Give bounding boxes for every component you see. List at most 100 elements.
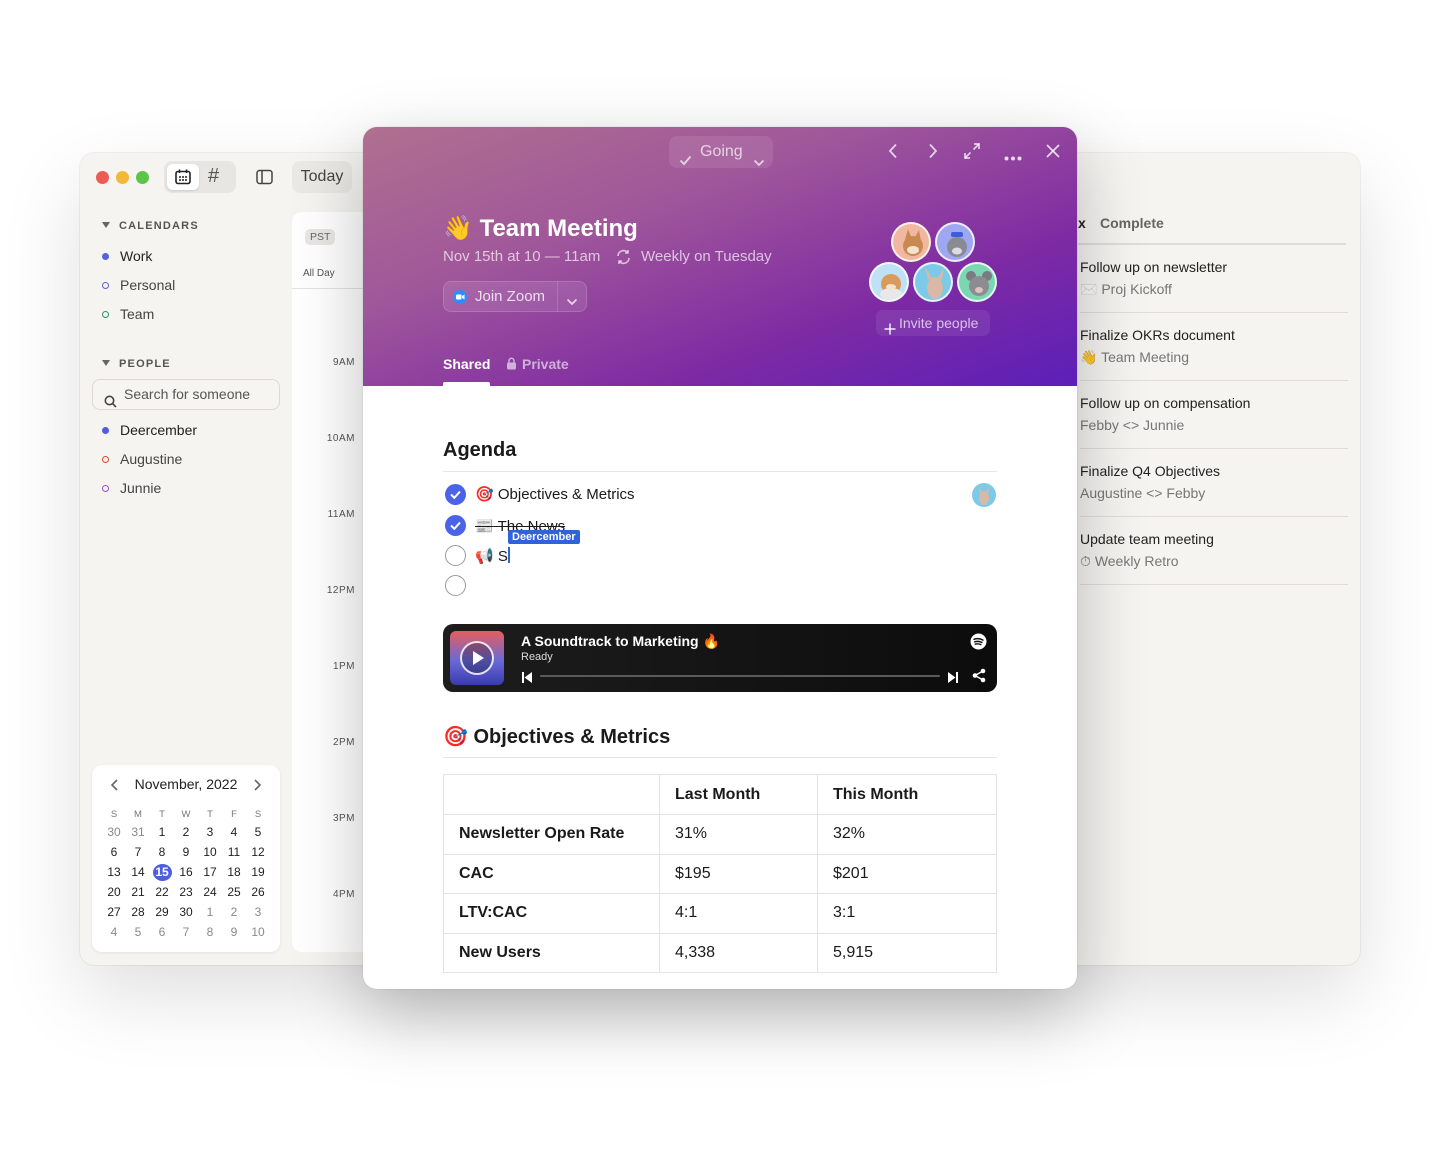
calendar-day[interactable]: 8 bbox=[150, 844, 174, 861]
person-item-deercember[interactable]: Deercember bbox=[102, 422, 197, 438]
calendar-day[interactable]: 7 bbox=[126, 844, 150, 861]
agenda-checkbox[interactable] bbox=[445, 515, 466, 536]
calendar-day[interactable]: 3 bbox=[198, 824, 222, 841]
sidebar-toggle-icon[interactable] bbox=[256, 169, 273, 190]
zoom-window-button[interactable] bbox=[136, 171, 149, 184]
table-cell[interactable]: New Users bbox=[443, 932, 660, 973]
close-window-button[interactable] bbox=[96, 171, 109, 184]
attendee-avatar[interactable] bbox=[957, 262, 997, 302]
calendar-day[interactable]: 6 bbox=[150, 924, 174, 941]
table-cell[interactable]: LTV:CAC bbox=[443, 893, 660, 934]
people-section-header[interactable]: PEOPLE bbox=[102, 358, 171, 370]
table-cell[interactable]: $201 bbox=[817, 853, 997, 894]
expand-icon[interactable] bbox=[963, 142, 981, 165]
next-event-icon[interactable] bbox=[928, 143, 938, 164]
task-item[interactable]: Finalize OKRs document 👋 Team Meeting bbox=[1080, 313, 1348, 381]
calendar-day[interactable]: 10 bbox=[246, 924, 270, 941]
calendar-day[interactable]: 13 bbox=[102, 864, 126, 881]
person-item-augustine[interactable]: Augustine bbox=[102, 451, 182, 467]
attendee-avatar[interactable] bbox=[913, 262, 953, 302]
calendar-day[interactable]: 1 bbox=[198, 904, 222, 921]
calendar-day[interactable]: 8 bbox=[198, 924, 222, 941]
calendar-day[interactable]: 9 bbox=[222, 924, 246, 941]
calendar-day[interactable]: 27 bbox=[102, 904, 126, 921]
more-options-icon[interactable] bbox=[1004, 148, 1022, 166]
calendar-day[interactable]: 5 bbox=[246, 824, 270, 841]
rsvp-dropdown[interactable]: Going bbox=[669, 136, 773, 168]
previous-event-icon[interactable] bbox=[888, 143, 898, 164]
tab-private[interactable]: Private bbox=[507, 356, 569, 372]
calendar-day[interactable]: 2 bbox=[222, 904, 246, 921]
task-item[interactable]: Follow up on compensation Febby <> Junnie bbox=[1080, 381, 1348, 449]
calendar-day[interactable]: 4 bbox=[102, 924, 126, 941]
people-search-input[interactable]: Search for someone bbox=[92, 379, 280, 410]
calendars-section-header[interactable]: CALENDARS bbox=[102, 220, 199, 232]
task-item[interactable]: Follow up on newsletter ✉️ Proj Kickoff bbox=[1080, 245, 1348, 313]
calendar-day[interactable]: 16 bbox=[174, 864, 198, 881]
calendar-day[interactable]: 10 bbox=[198, 844, 222, 861]
calendar-day[interactable]: 30 bbox=[174, 904, 198, 921]
attendee-avatar[interactable] bbox=[891, 222, 931, 262]
play-icon[interactable] bbox=[460, 641, 494, 675]
agenda-checkbox[interactable] bbox=[445, 484, 466, 505]
attendee-avatar[interactable] bbox=[869, 262, 909, 302]
calendar-day[interactable]: 17 bbox=[198, 864, 222, 881]
agenda-checkbox[interactable] bbox=[445, 575, 466, 596]
calendar-day[interactable]: 19 bbox=[246, 864, 270, 881]
today-button[interactable]: Today bbox=[292, 161, 352, 193]
calendar-day[interactable]: 29 bbox=[150, 904, 174, 921]
calendar-day[interactable]: 15 bbox=[152, 864, 172, 881]
calendar-day[interactable]: 26 bbox=[246, 884, 270, 901]
calendar-day[interactable]: 18 bbox=[222, 864, 246, 881]
calendar-day[interactable]: 23 bbox=[174, 884, 198, 901]
agenda-item[interactable]: 🎯 Objectives & Metrics bbox=[475, 485, 635, 503]
calendar-item-work[interactable]: Work bbox=[102, 248, 152, 264]
spotify-embed[interactable]: A Soundtrack to Marketing 🔥 Ready bbox=[443, 624, 997, 692]
calendar-day[interactable]: 2 bbox=[174, 824, 198, 841]
agenda-item[interactable]: 📢 S bbox=[475, 547, 508, 565]
calendar-day[interactable]: 31 bbox=[126, 824, 150, 841]
close-icon[interactable] bbox=[1045, 143, 1061, 164]
agenda-checkbox[interactable] bbox=[445, 545, 466, 566]
calendar-day[interactable]: 25 bbox=[222, 884, 246, 901]
task-item[interactable]: Finalize Q4 Objectives Augustine <> Febby bbox=[1080, 449, 1348, 517]
calendar-day[interactable]: 21 bbox=[126, 884, 150, 901]
chevron-down-icon[interactable] bbox=[566, 293, 578, 311]
person-item-junnie[interactable]: Junnie bbox=[102, 480, 161, 496]
calendar-day[interactable]: 12 bbox=[246, 844, 270, 861]
table-cell[interactable]: 31% bbox=[659, 814, 818, 855]
calendar-day[interactable]: 3 bbox=[246, 904, 270, 921]
table-cell[interactable]: 4:1 bbox=[659, 893, 818, 934]
table-header[interactable]: This Month bbox=[817, 774, 997, 815]
table-cell[interactable]: Newsletter Open Rate bbox=[443, 814, 660, 855]
join-zoom-button[interactable]: Join Zoom bbox=[443, 281, 587, 312]
tab-complete[interactable]: Complete bbox=[1100, 215, 1164, 231]
table-cell[interactable]: 5,915 bbox=[817, 932, 997, 973]
calendar-view-icon[interactable] bbox=[174, 168, 192, 191]
calendar-day[interactable]: 24 bbox=[198, 884, 222, 901]
calendar-item-personal[interactable]: Personal bbox=[102, 277, 175, 293]
table-cell[interactable]: 32% bbox=[817, 814, 997, 855]
calendar-day[interactable]: 5 bbox=[126, 924, 150, 941]
event-title[interactable]: 👋 Team Meeting bbox=[443, 214, 638, 243]
table-cell[interactable]: 4,338 bbox=[659, 932, 818, 973]
progress-bar[interactable] bbox=[540, 675, 940, 677]
calendar-day[interactable]: 30 bbox=[102, 824, 126, 841]
invite-people-button[interactable]: Invite people bbox=[876, 310, 990, 336]
tab-inbox[interactable]: x bbox=[1078, 215, 1086, 231]
next-track-icon[interactable] bbox=[948, 670, 958, 688]
share-icon[interactable] bbox=[972, 668, 986, 688]
tab-shared[interactable]: Shared bbox=[443, 356, 490, 372]
calendar-day[interactable]: 22 bbox=[150, 884, 174, 901]
calendar-day[interactable]: 28 bbox=[126, 904, 150, 921]
calendar-day[interactable]: 7 bbox=[174, 924, 198, 941]
calendar-day[interactable]: 9 bbox=[174, 844, 198, 861]
assignee-avatar[interactable] bbox=[972, 483, 996, 507]
previous-track-icon[interactable] bbox=[522, 670, 532, 688]
hashtag-view-icon[interactable]: # bbox=[208, 165, 219, 188]
calendar-day[interactable]: 14 bbox=[126, 864, 150, 881]
calendar-day[interactable]: 1 bbox=[150, 824, 174, 841]
next-month-icon[interactable] bbox=[252, 778, 262, 797]
table-cell[interactable]: 3:1 bbox=[817, 893, 997, 934]
calendar-day[interactable]: 20 bbox=[102, 884, 126, 901]
